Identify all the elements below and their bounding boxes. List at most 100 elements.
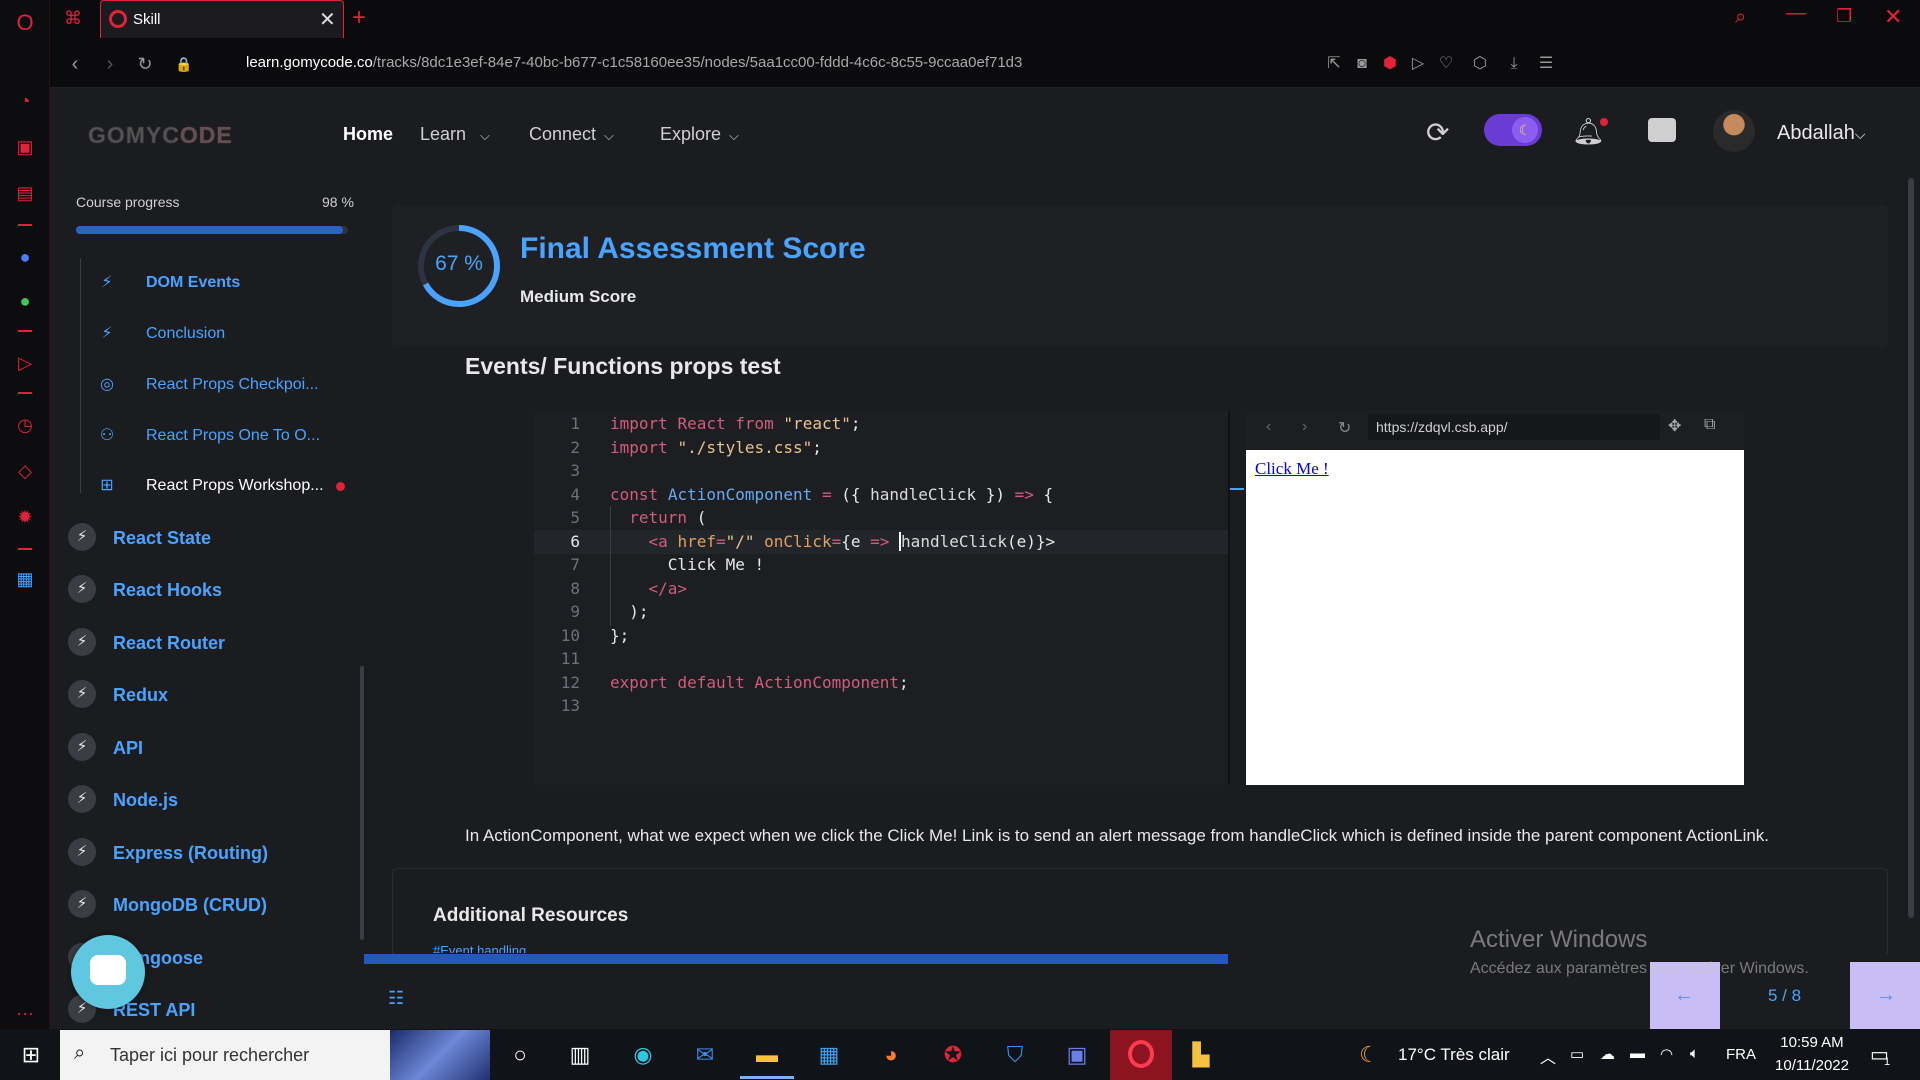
onedrive-icon[interactable]: ☁	[1600, 1045, 1615, 1063]
history-icon[interactable]: ◷	[12, 412, 38, 438]
battery-icon[interactable]: ▬	[1630, 1045, 1645, 1062]
send-icon[interactable]: ▷	[1406, 52, 1430, 76]
share-icon[interactable]: ⇱	[1322, 52, 1346, 76]
speed-dial-icon[interactable]: ◔	[12, 88, 38, 114]
gomycode-logo[interactable]: GOMYCODE	[88, 122, 233, 149]
edge-icon[interactable]: ◉	[628, 1040, 658, 1070]
shopping-icon[interactable]: ▣	[12, 134, 38, 160]
click-me-link[interactable]: Click Me !	[1255, 459, 1329, 479]
sticky-notes-icon[interactable]: ▙	[1186, 1040, 1216, 1070]
nav-connect[interactable]: Connect ⌵	[529, 124, 614, 145]
tab-skill[interactable]: Skill ✕	[100, 0, 344, 38]
gamepad-icon[interactable]: ⌘	[64, 8, 82, 29]
module-redux[interactable]: Redux	[113, 685, 168, 706]
wifi-icon[interactable]: ◠	[1660, 1045, 1673, 1063]
next-button[interactable]: →	[1850, 962, 1920, 1029]
page-scrollbar[interactable]	[1908, 178, 1914, 918]
outline-list-icon[interactable]: ☷	[388, 988, 404, 1009]
sidebar-item-props-workshop[interactable]: React Props Workshop...	[146, 477, 324, 495]
resource-link[interactable]: #Event handling	[433, 943, 526, 953]
heart-icon[interactable]: ♡	[1434, 52, 1458, 76]
cube-icon[interactable]: ⬡	[1468, 52, 1492, 76]
module-mongodb[interactable]: MongoDB (CRUD)	[113, 895, 267, 916]
taskbar-search-box[interactable]: ⌕ Taper ici pour rechercher	[60, 1030, 490, 1080]
opera-logo-icon[interactable]: O	[12, 10, 38, 36]
restore-icon[interactable]: ❐	[1836, 6, 1852, 27]
weather-text[interactable]: 17°C Très clair	[1398, 1045, 1510, 1065]
sidebar-item-props-checkpoint[interactable]: React Props Checkpoi...	[146, 376, 319, 394]
shield-icon[interactable]: ⬢	[1378, 52, 1402, 76]
volume-icon[interactable]: 🔈︎	[1690, 1045, 1699, 1062]
reload-icon[interactable]: ↻	[133, 52, 157, 76]
split-divider[interactable]	[1228, 410, 1230, 785]
close-window-icon[interactable]: ✕	[1884, 4, 1902, 30]
more-dots-icon[interactable]: ···	[12, 1000, 38, 1026]
url-field[interactable]: learn.gomycode.co/tracks/8dc1e3ef-84e7-4…	[246, 54, 1022, 71]
module-react-router[interactable]: React Router	[113, 633, 225, 654]
shield-app-icon[interactable]: ⛉	[1000, 1040, 1030, 1070]
player-icon[interactable]: ▷	[12, 350, 38, 376]
windows-start-icon[interactable]: ⊞	[16, 1040, 46, 1070]
whatsapp-icon[interactable]: ●	[12, 288, 38, 314]
module-react-state[interactable]: React State	[113, 528, 211, 549]
settings-gear-icon[interactable]: ✹	[12, 504, 38, 530]
search-tabs-icon[interactable]: ⌕	[1735, 6, 1746, 29]
file-explorer-icon[interactable]: ▬	[752, 1040, 782, 1070]
module-express[interactable]: Express (Routing)	[113, 843, 268, 864]
tray-device-icon[interactable]: ▭	[1570, 1045, 1584, 1063]
preview-move-icon[interactable]: ✥	[1668, 416, 1681, 436]
preview-back-icon[interactable]: ‹	[1266, 418, 1271, 436]
lock-icon: 🔒	[175, 56, 193, 72]
task-view-icon[interactable]: ▥	[565, 1040, 595, 1070]
sidebar-item-props-one-to-one[interactable]: React Props One To O...	[146, 427, 320, 445]
nav-home[interactable]: Home	[343, 124, 393, 145]
people-icon: ⚇	[99, 427, 115, 444]
avatar[interactable]	[1713, 110, 1755, 152]
theme-toggle[interactable]: ☾	[1484, 114, 1542, 146]
messenger-icon[interactable]: ●	[12, 244, 38, 270]
preview-reload-icon[interactable]: ↻	[1338, 418, 1351, 438]
bolt-icon: ⚡︎	[68, 890, 96, 918]
nav-learn[interactable]: Learn ⌵	[420, 124, 490, 145]
easy-setup-icon[interactable]: ☰	[1534, 52, 1558, 76]
clock-time[interactable]: 10:59 AM	[1772, 1034, 1852, 1051]
teams-icon[interactable]: ▣	[1062, 1040, 1092, 1070]
lesson-progress-bar	[364, 954, 1228, 964]
forward-icon[interactable]: ›	[98, 52, 122, 76]
tray-chevron-icon[interactable]: ︿	[1540, 1044, 1556, 1068]
firefox-icon[interactable]: ◕	[876, 1040, 906, 1070]
sidebar-item-dom-events[interactable]: DOM Events	[146, 274, 240, 292]
download-icon[interactable]: ⤓	[1502, 52, 1526, 76]
code-editor[interactable]: 1 import React from "react"; 2 import "./s…	[534, 410, 1244, 785]
open-new-window-icon[interactable]: ⧉	[1704, 416, 1715, 434]
translate-icon[interactable]: ▦	[12, 566, 38, 592]
sidebar-scrollbar[interactable]	[360, 666, 364, 940]
extensions-cube-icon[interactable]: ◇	[12, 458, 38, 484]
store-icon[interactable]: ▦	[814, 1040, 844, 1070]
resize-handle[interactable]	[1230, 488, 1244, 490]
mail-icon[interactable]: ✉	[690, 1040, 720, 1070]
preview-url-field[interactable]: https://zdqvl.csb.app/	[1368, 414, 1660, 440]
minimize-icon[interactable]: —	[1786, 2, 1806, 25]
opera-taskbar-button[interactable]	[1110, 1030, 1172, 1080]
twitch-icon[interactable]: ▤	[12, 180, 38, 206]
sync-icon[interactable]: ⟳	[1426, 116, 1449, 149]
nav-explore[interactable]: Explore ⌵	[660, 124, 739, 145]
chat-support-button[interactable]	[71, 935, 145, 1009]
cortana-icon[interactable]: ○	[505, 1040, 535, 1070]
back-icon[interactable]: ‹	[63, 52, 87, 76]
game-app-icon[interactable]: ✪	[938, 1040, 968, 1070]
preview-forward-icon[interactable]: ›	[1302, 418, 1307, 436]
tab-close-icon[interactable]: ✕	[319, 7, 336, 32]
language-indicator[interactable]: FRA	[1726, 1046, 1756, 1063]
clock-date[interactable]: 10/11/2022	[1766, 1057, 1858, 1074]
module-nodejs[interactable]: Node.js	[113, 790, 178, 811]
camera-icon[interactable]: ◙	[1350, 52, 1374, 76]
new-tab-icon[interactable]: +	[352, 4, 366, 32]
module-api[interactable]: API	[113, 738, 143, 759]
sidebar-item-conclusion[interactable]: Conclusion	[146, 325, 225, 343]
chat-icon[interactable]	[1648, 118, 1676, 142]
user-menu[interactable]: Abdallah⌵	[1777, 122, 1865, 145]
bolt-icon: ⚡︎	[68, 575, 96, 603]
module-react-hooks[interactable]: React Hooks	[113, 580, 222, 601]
